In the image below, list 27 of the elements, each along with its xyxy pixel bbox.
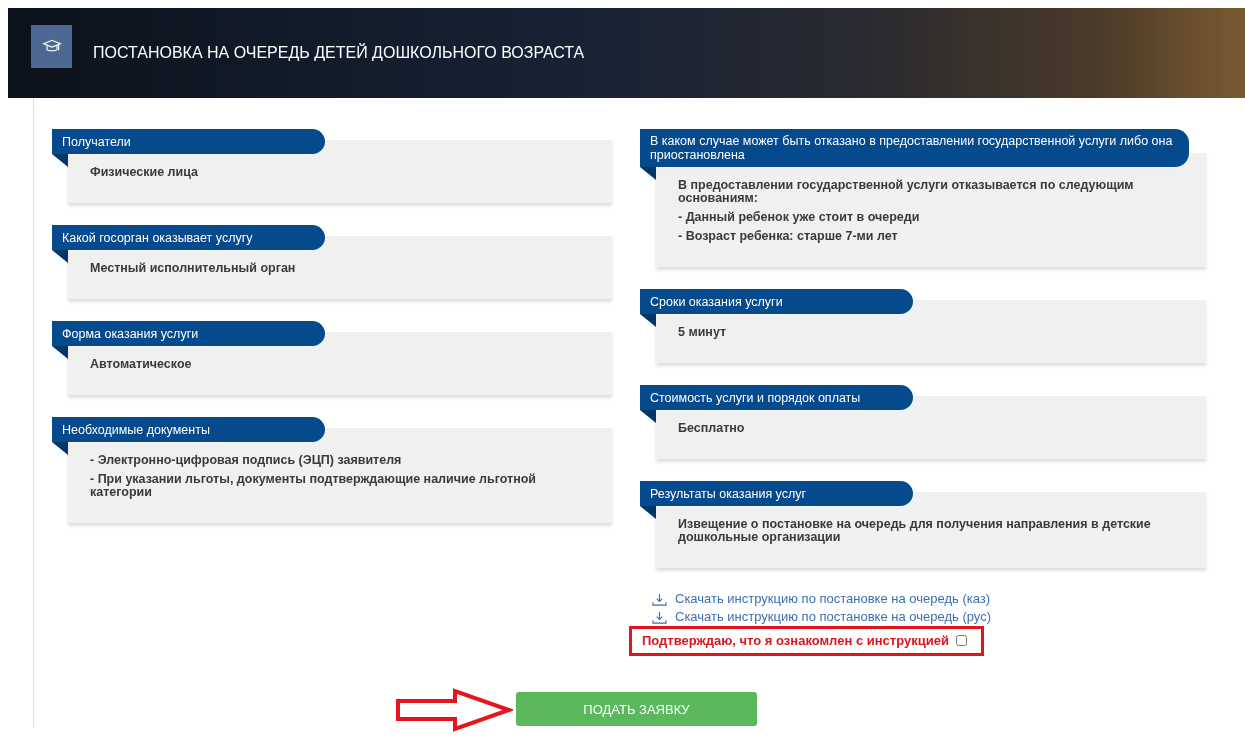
- card-title: Стоимость услуги и порядок оплаты: [640, 385, 913, 410]
- card-text: - Возраст ребенка: старше 7-ми лет: [678, 230, 899, 243]
- card-text: Автоматическое: [90, 358, 193, 371]
- card-title: Форма оказания услуги: [52, 321, 325, 346]
- card-text: - Электронно-цифровая подпись (ЭЦП) заявителя: [90, 454, 403, 467]
- confirm-label: Подтверждаю, что я ознакомлен с инструкцией: [642, 633, 949, 648]
- card-text: Извещение о постановке на очередь для получения направления в детские дошкольные организации: [678, 518, 1152, 544]
- confirm-checkbox[interactable]: [955, 635, 967, 646]
- card-title: В каком случае может быть отказано в предоставлении государственной услуги либо она приостановлена: [640, 129, 1189, 167]
- card-title: Какой госорган оказывает услугу: [52, 225, 325, 250]
- card-title: Необходимые документы: [52, 417, 325, 442]
- arrow-icon: [395, 688, 513, 732]
- download-icon: [652, 610, 667, 624]
- page-title: ПОСТАНОВКА НА ОЧЕРЕДЬ ДЕТЕЙ ДОШКОЛЬНОГО ВОЗРАСТА: [93, 44, 585, 62]
- card-text: 5 минут: [678, 326, 728, 339]
- card-text: Физические лица: [90, 166, 200, 179]
- card-text: - При указании льготы, документы подтверждающие наличие льготной категории: [90, 473, 538, 499]
- card-title: Получатели: [52, 129, 325, 154]
- card-text: Местный исполнительный орган: [90, 262, 297, 275]
- card-text: Бесплатно: [678, 422, 746, 435]
- card-text: В предоставлении государственной услуги отказывается по следующим основаниям:: [678, 179, 1135, 205]
- download-icon: [652, 592, 667, 606]
- card-text: - Данный ребенок уже стоит в очереди: [678, 211, 921, 224]
- download-link[interactable]: Скачать инструкцию по постановке на очередь (каз): [652, 590, 991, 608]
- download-link[interactable]: Скачать инструкцию по постановке на очередь (рус): [652, 608, 991, 626]
- card-title: Сроки оказания услуги: [640, 289, 913, 314]
- card-title: Результаты оказания услуг: [640, 481, 913, 506]
